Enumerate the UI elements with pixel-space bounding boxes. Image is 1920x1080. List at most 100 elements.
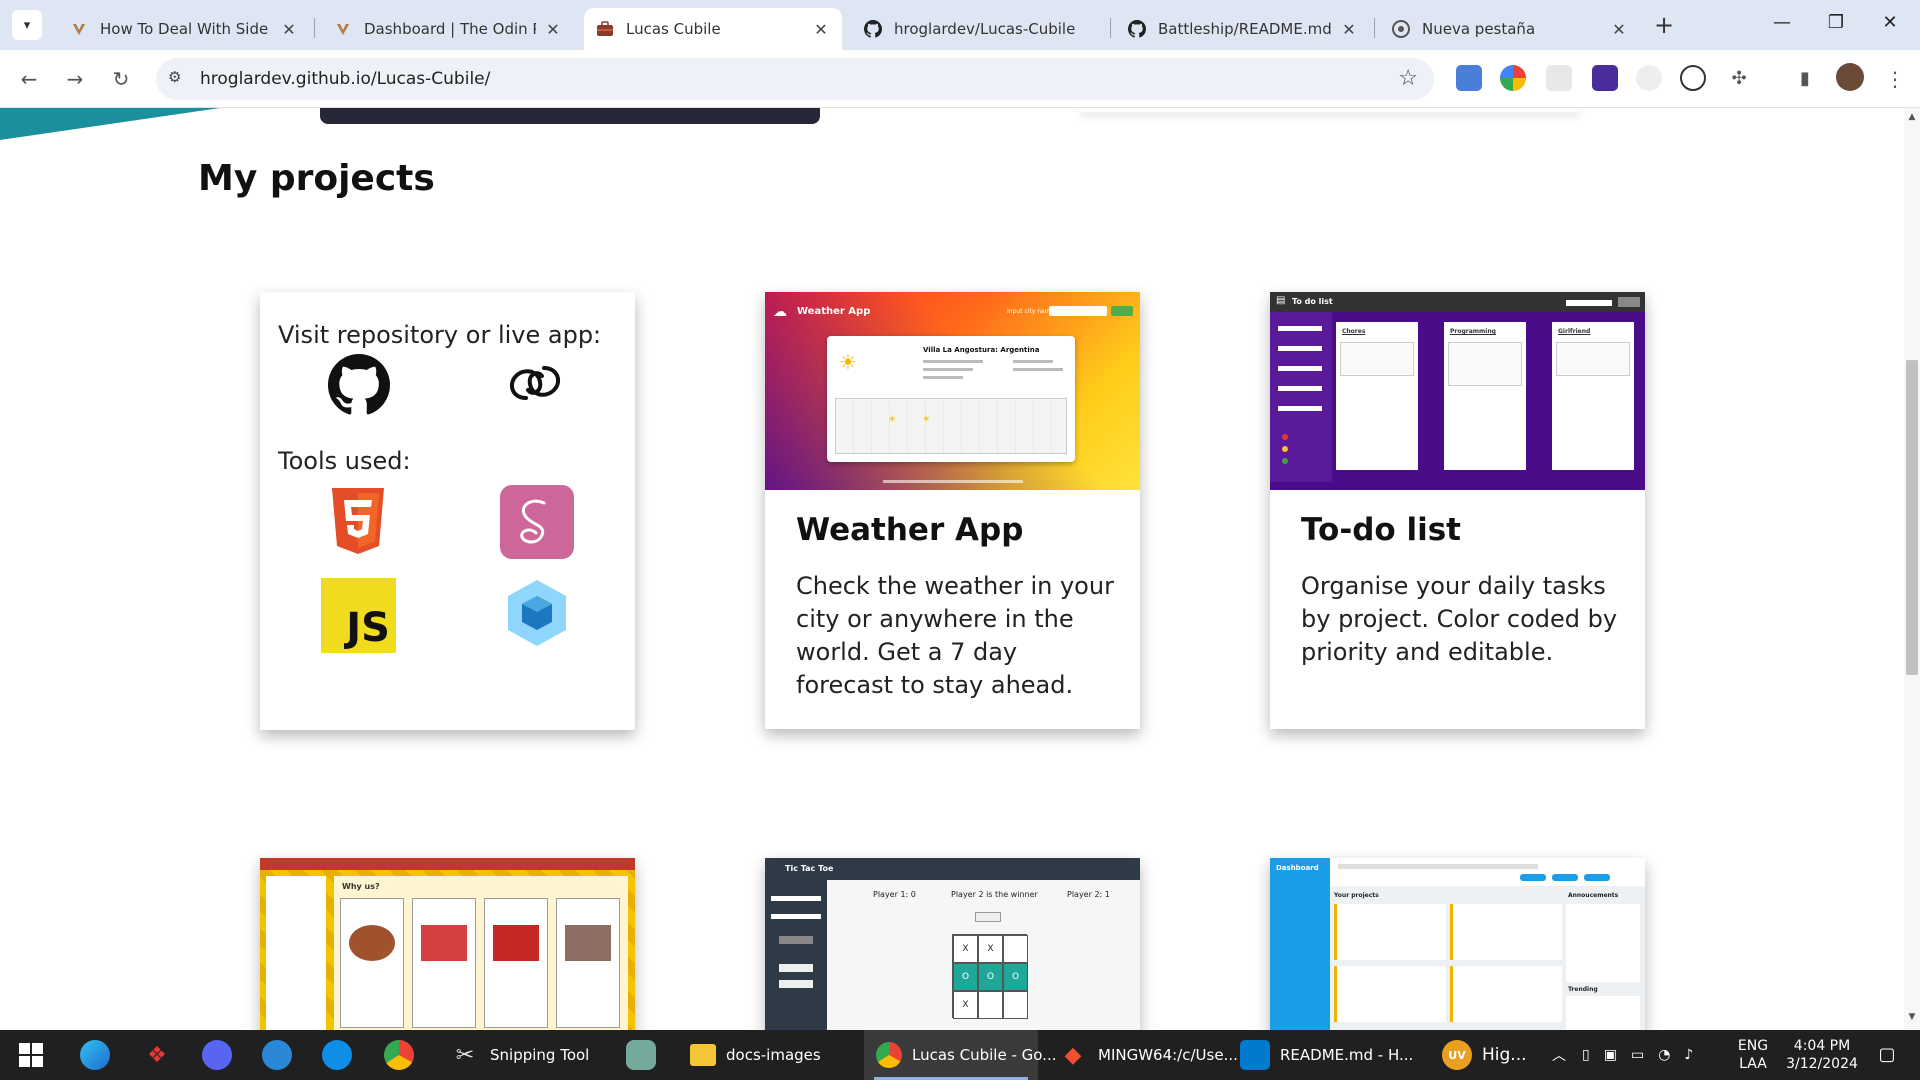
volume-icon[interactable]: ♪ <box>1684 1047 1693 1063</box>
close-tab-icon[interactable]: ✕ <box>544 20 562 39</box>
display-icon[interactable]: ▣ <box>1604 1047 1617 1063</box>
scrollbar-thumb[interactable] <box>1906 360 1918 675</box>
tictactoe-cell: O <box>1003 963 1028 991</box>
system-tray: ︿ ▯ ▣ ▭ ◔ ♪ <box>1552 1030 1707 1080</box>
restore-button[interactable]: ❐ <box>1816 8 1856 38</box>
weather-search-button[interactable] <box>1111 306 1133 316</box>
tab-odin-dashboard[interactable]: Dashboard | The Odin Proj ✕ <box>322 8 574 50</box>
taskbar-chrome[interactable] <box>384 1030 414 1080</box>
taskbar-git-bash[interactable]: ◆ MINGW64:/c/Use... <box>1048 1030 1248 1080</box>
site-settings-icon[interactable]: ⚙ <box>168 68 190 90</box>
taskbar-label: Snipping Tool <box>490 1046 590 1064</box>
todo-add-button[interactable] <box>1618 297 1640 307</box>
tab-side-effects[interactable]: How To Deal With Side Effe ✕ <box>58 8 310 50</box>
dashboard-screenshot[interactable]: Dashboard Your projects Annoucements Tre… <box>1270 858 1645 1030</box>
todo-project-input[interactable] <box>1566 300 1612 306</box>
project-card-weather[interactable]: ☁ Weather App Input city name: ☀ Villa L… <box>765 292 1140 729</box>
taskbar-chrome-window[interactable]: Lucas Cubile - Go... <box>864 1030 1056 1080</box>
dashboard-project-card <box>1450 904 1562 960</box>
extension-docs-icon[interactable] <box>1456 65 1482 91</box>
tictactoe-screenshot[interactable]: Tic Tac Toe Player 1: 0 Player 2 is the … <box>765 858 1140 1030</box>
taskbar-highlight-app[interactable]: UV Hig... <box>1442 1030 1527 1080</box>
live-app-link-icon[interactable] <box>504 358 566 408</box>
github-icon[interactable] <box>328 354 390 416</box>
scroll-down-icon[interactable]: ▼ <box>1904 1012 1920 1026</box>
clock-date: 3/12/2024 <box>1786 1056 1858 1072</box>
weather-app-screenshot[interactable]: ☁ Weather App Input city name: ☀ Villa L… <box>765 292 1140 490</box>
todo-app-screenshot[interactable]: ▤ To do list Chores Programming Girlfrie… <box>1270 292 1645 490</box>
taskbar-discord[interactable] <box>202 1030 232 1080</box>
dashboard-sidebar: Dashboard <box>1270 858 1330 1030</box>
scroll-up-icon[interactable]: ▲ <box>1904 112 1920 126</box>
close-tab-icon[interactable]: ✕ <box>812 20 830 39</box>
tab-search-button[interactable]: ▾ <box>12 10 42 40</box>
extension-blank-icon[interactable] <box>1546 65 1572 91</box>
close-tab-icon[interactable]: ✕ <box>1610 20 1628 39</box>
back-button[interactable]: ← <box>14 64 44 94</box>
project-card-tictactoe[interactable]: Tic Tac Toe Player 1: 0 Player 2 is the … <box>765 858 1140 1030</box>
taskbar-red-app[interactable]: ❖ <box>142 1030 172 1080</box>
dashboard-upload-button <box>1552 874 1578 881</box>
odin-icon <box>70 20 88 38</box>
device-icon[interactable]: ▯ <box>1582 1047 1590 1063</box>
clock[interactable]: 4:04 PM 3/12/2024 <box>1772 1037 1872 1073</box>
taskbar-label: Lucas Cubile - Go... <box>912 1046 1057 1064</box>
tab-new-tab[interactable]: Nueva pestaña ✕ <box>1380 8 1640 50</box>
dashboard-project-card <box>1450 966 1562 1022</box>
todo-column: Chores <box>1334 320 1420 472</box>
taskbar-edge[interactable] <box>80 1030 110 1080</box>
todo-task <box>1556 342 1630 376</box>
avatar-uv-icon: UV <box>1442 1040 1472 1070</box>
profile-avatar[interactable] <box>1836 63 1864 91</box>
new-tab-button[interactable]: + <box>1654 10 1674 40</box>
taskbar-chatgpt[interactable] <box>626 1030 656 1080</box>
dashboard-new-button <box>1520 874 1546 881</box>
tictactoe-cell: O <box>978 963 1003 991</box>
close-tab-icon[interactable]: ✕ <box>280 20 298 39</box>
project-card-restaurant[interactable]: Why us? <box>260 858 635 1030</box>
start-game-button <box>779 936 813 944</box>
project-card-dashboard[interactable]: Dashboard Your projects Annoucements Tre… <box>1270 858 1645 1030</box>
close-tab-icon[interactable]: ✕ <box>1340 20 1358 39</box>
tab-battleship-readme[interactable]: Battleship/README.md at ✕ <box>1116 8 1370 50</box>
taskbar-docs-images[interactable]: docs-images <box>680 1030 831 1080</box>
tab-lucas-cubile[interactable]: Lucas Cubile ✕ <box>584 8 842 50</box>
weather-detail-line <box>1013 368 1063 371</box>
forward-button[interactable]: → <box>60 64 90 94</box>
taskbar-snipping-tool[interactable]: ✂ Snipping Tool <box>440 1030 599 1080</box>
show-hidden-icons-chevron-icon[interactable]: ︿ <box>1552 1045 1566 1065</box>
minimize-button[interactable]: — <box>1762 8 1802 38</box>
tab-github-repo[interactable]: hroglardev/Lucas-Cubile <box>852 8 1106 50</box>
extension-badge-icon[interactable] <box>1592 65 1618 91</box>
url-text[interactable]: hroglardev.github.io/Lucas-Cubile/ <box>200 69 490 89</box>
player1-score: Player 1: 0 <box>873 890 916 899</box>
extension-circle-icon[interactable] <box>1636 65 1662 91</box>
taskbar-teamviewer[interactable] <box>322 1030 352 1080</box>
browser-menu-button[interactable]: ⋮ <box>1880 64 1910 94</box>
address-bar[interactable]: ⚙ hroglardev.github.io/Lucas-Cubile/ ☆ <box>156 58 1434 100</box>
webpack-icon <box>508 580 566 646</box>
tictactoe-board: XXOOOX <box>952 934 1028 1019</box>
restaurant-screenshot[interactable]: Why us? <box>260 858 635 1030</box>
taskbar-app-installer[interactable] <box>262 1030 292 1080</box>
wifi-icon[interactable]: ◔ <box>1658 1047 1670 1063</box>
weather-input[interactable] <box>1049 306 1107 316</box>
battery-icon[interactable]: ▭ <box>1631 1047 1644 1063</box>
reload-button[interactable]: ↻ <box>106 64 136 94</box>
bookmark-star-icon[interactable]: ☆ <box>1398 66 1418 91</box>
taskbar-vscode[interactable]: README.md - H... <box>1230 1030 1423 1080</box>
input-language[interactable]: ENG LAA <box>1736 1037 1770 1073</box>
tictactoe-cell <box>978 991 1003 1019</box>
dashboard-project-card <box>1334 966 1446 1022</box>
todo-task <box>1448 342 1522 386</box>
close-window-button[interactable]: ✕ <box>1870 8 1910 38</box>
dashboard-search <box>1338 864 1538 869</box>
extensions-button[interactable]: ✣ <box>1724 64 1754 94</box>
extension-color-icon[interactable] <box>1500 65 1526 91</box>
extension-triangle-icon[interactable] <box>1680 65 1706 91</box>
notifications-button[interactable]: ▢ <box>1872 1040 1902 1070</box>
sun-icon: ☀ <box>888 415 897 425</box>
start-button[interactable] <box>18 1030 44 1080</box>
project-card-todo[interactable]: ▤ To do list Chores Programming Girlfrie… <box>1270 292 1645 729</box>
side-panel-button[interactable]: ▮ <box>1790 64 1820 94</box>
